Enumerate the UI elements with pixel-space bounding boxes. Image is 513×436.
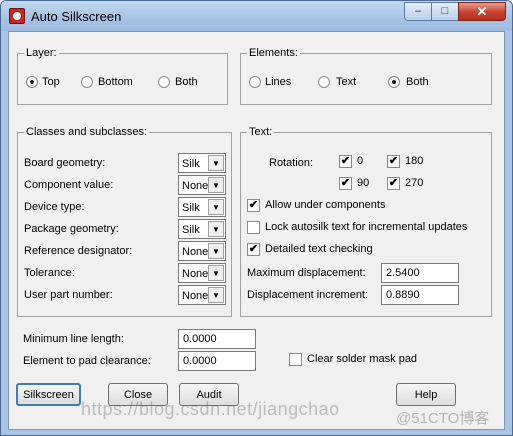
chevron-down-icon[interactable]: ▼ — [208, 243, 224, 259]
rotation-label: Rotation: — [269, 157, 314, 169]
layer-group-title: Layer: — [24, 46, 59, 60]
rotation-180-checkbox[interactable]: ✔ — [387, 155, 400, 168]
text-group: Text: Rotation: ✔ 0 ✔ 180 ✔ 90 ✔ 270 ✔ A… — [240, 125, 492, 317]
minimize-icon: – — [414, 5, 422, 17]
tolerance-value: None — [182, 268, 209, 280]
tolerance-select[interactable]: None ▼ — [178, 263, 226, 283]
silkscreen-button[interactable]: Silkscreen — [16, 383, 81, 406]
close-window-button[interactable]: ✕ — [458, 2, 506, 21]
reference-designator-label: Reference designator: — [24, 245, 133, 257]
chevron-down-icon[interactable]: ▼ — [208, 287, 224, 303]
chevron-down-icon[interactable]: ▼ — [208, 265, 224, 281]
chevron-down-icon[interactable]: ▼ — [208, 199, 224, 215]
rotation-90-checkbox[interactable]: ✔ — [339, 177, 352, 190]
displacement-increment-label: Displacement increment: — [247, 289, 369, 301]
max-displacement-label: Maximum displacement: — [247, 267, 366, 279]
lock-autosilk-checkbox[interactable] — [247, 221, 260, 234]
clear-solder-mask-checkbox[interactable] — [289, 353, 302, 366]
window-title: Auto Silkscreen — [31, 9, 122, 24]
watermark-site: @51CTO博客 — [396, 410, 490, 427]
device-type-label: Device type: — [24, 201, 85, 213]
elements-text-label: Text — [336, 76, 357, 88]
detailed-text-checking-label: Detailed text checking — [265, 243, 373, 255]
board-geometry-select[interactable]: Silk ▼ — [178, 153, 226, 173]
layer-top-radio[interactable] — [26, 76, 38, 88]
rotation-90-label: 90 — [357, 177, 370, 189]
min-line-length-input[interactable] — [178, 329, 256, 349]
rotation-180-label: 180 — [405, 155, 424, 167]
device-type-value: Silk — [182, 202, 200, 214]
watermark-url: https://blog.csdn.net/jiangchao — [81, 399, 340, 419]
reference-designator-value: None — [182, 246, 209, 258]
max-displacement-input[interactable] — [381, 263, 459, 283]
rotation-270-label: 270 — [405, 177, 424, 189]
user-part-number-label: User part number: — [24, 289, 113, 301]
min-line-length-label: Minimum line length: — [23, 333, 124, 345]
allow-under-components-label: Allow under components — [265, 199, 386, 211]
help-button[interactable]: Help — [396, 383, 456, 406]
component-value-value: None — [182, 180, 209, 192]
elements-group-title: Elements: — [247, 46, 300, 60]
layer-group: Layer: Top Bottom Both — [17, 46, 228, 105]
component-value-select[interactable]: None ▼ — [178, 175, 226, 195]
elements-both-label: Both — [406, 76, 429, 88]
title-bar[interactable]: Auto Silkscreen – □ ✕ — [1, 1, 512, 31]
minimize-button[interactable]: – — [404, 2, 432, 21]
dialog-client-area: Layer: Top Bottom Both Elements: Lines T… — [8, 31, 505, 430]
clear-solder-mask-label: Clear solder mask pad — [307, 353, 418, 365]
board-geometry-label: Board geometry: — [24, 157, 106, 169]
maximize-button[interactable]: □ — [431, 2, 459, 21]
package-geometry-value: Silk — [182, 224, 200, 236]
rotation-0-checkbox[interactable]: ✔ — [339, 155, 352, 168]
elements-lines-radio[interactable] — [249, 76, 261, 88]
classes-group: Classes and subclasses: Board geometry: … — [17, 125, 232, 317]
device-type-select[interactable]: Silk ▼ — [178, 197, 226, 217]
pad-clearance-input[interactable] — [178, 351, 256, 371]
rotation-270-checkbox[interactable]: ✔ — [387, 177, 400, 190]
detailed-text-checking-checkbox[interactable]: ✔ — [247, 243, 260, 256]
allow-under-components-checkbox[interactable]: ✔ — [247, 199, 260, 212]
text-group-title: Text: — [247, 125, 275, 139]
elements-text-radio[interactable] — [318, 76, 330, 88]
maximize-icon: □ — [441, 5, 449, 17]
user-part-number-value: None — [182, 290, 209, 302]
reference-designator-select[interactable]: None ▼ — [178, 241, 226, 261]
classes-group-title: Classes and subclasses: — [24, 125, 150, 139]
package-geometry-label: Package geometry: — [24, 223, 119, 235]
layer-both-radio[interactable] — [158, 76, 170, 88]
component-value-label: Component value: — [24, 179, 114, 191]
board-geometry-value: Silk — [182, 158, 200, 170]
elements-group: Elements: Lines Text Both — [240, 46, 492, 105]
chevron-down-icon[interactable]: ▼ — [208, 155, 224, 171]
app-icon — [9, 8, 25, 24]
close-icon: ✕ — [476, 4, 488, 19]
rotation-0-label: 0 — [357, 155, 364, 167]
user-part-number-select[interactable]: None ▼ — [178, 285, 226, 305]
elements-both-radio[interactable] — [388, 76, 400, 88]
tolerance-label: Tolerance: — [24, 267, 75, 279]
auto-silkscreen-window: Auto Silkscreen – □ ✕ Layer: Top Bottom … — [0, 0, 513, 436]
elements-lines-label: Lines — [265, 76, 292, 88]
layer-bottom-label: Bottom — [98, 76, 133, 88]
chevron-down-icon[interactable]: ▼ — [208, 221, 224, 237]
pad-clearance-label: Element to pad clearance: — [23, 355, 151, 367]
lock-autosilk-label: Lock autosilk text for incremental updat… — [265, 221, 468, 233]
package-geometry-select[interactable]: Silk ▼ — [178, 219, 226, 239]
displacement-increment-input[interactable] — [381, 285, 459, 305]
layer-top-label: Top — [42, 76, 60, 88]
layer-both-label: Both — [175, 76, 198, 88]
layer-bottom-radio[interactable] — [81, 76, 93, 88]
chevron-down-icon[interactable]: ▼ — [208, 177, 224, 193]
